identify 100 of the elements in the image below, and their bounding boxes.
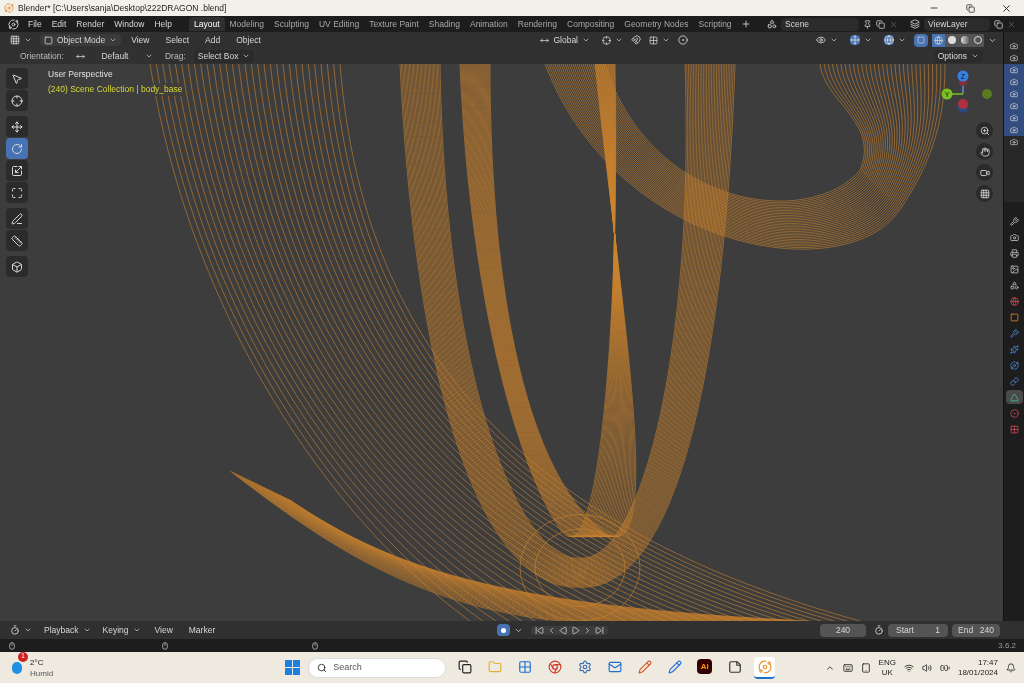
clock[interactable]: 17:47 18/01/2024 [957, 657, 998, 678]
workspace-tab[interactable]: Texture Paint [364, 17, 424, 31]
move-tool-button[interactable] [6, 116, 28, 137]
outliner-row[interactable] [1004, 64, 1024, 76]
proportional-edit-icon[interactable] [678, 35, 688, 45]
menu-item[interactable]: Window [109, 17, 150, 31]
search-field[interactable]: Search [308, 657, 447, 678]
close-icon [1000, 2, 1012, 14]
windows-start-icon[interactable] [285, 660, 301, 675]
menu-item[interactable]: Add [199, 33, 227, 47]
axis-gizmo-drawing[interactable] [941, 70, 992, 113]
mode-dropdown[interactable]: Object Mode [40, 33, 122, 47]
stopwatch-icon[interactable] [874, 625, 884, 635]
menu-dropdown[interactable]: Keying [98, 623, 145, 637]
weather-icon[interactable] [12, 661, 22, 674]
workspace-tab[interactable]: Sculpting [269, 17, 314, 31]
pan-button[interactable] [976, 143, 993, 160]
shading-mode-button[interactable] [932, 33, 945, 47]
temperature: 2°C [30, 656, 45, 668]
volume-icon[interactable] [921, 662, 932, 673]
zoom-button[interactable] [976, 122, 993, 139]
workspace-tab[interactable]: Geometry Nodes [619, 17, 694, 31]
transform-tool-button[interactable] [6, 182, 28, 203]
duplicate-icon[interactable] [876, 19, 885, 29]
chevron-down-icon [662, 36, 670, 44]
scale-icon [11, 164, 23, 177]
drag-dropdown[interactable]: Select Box [193, 49, 255, 63]
current-frame-field[interactable]: 240 [820, 623, 866, 637]
wrench-icon [1009, 216, 1019, 226]
shading-mode-button[interactable] [971, 33, 984, 47]
camera-view-button[interactable] [976, 164, 993, 181]
menu-item[interactable]: Marker [182, 623, 222, 637]
pin-icon[interactable] [863, 19, 872, 29]
menu-item[interactable]: Select [159, 33, 196, 47]
jump-end-icon[interactable] [595, 625, 605, 635]
wire-sphere-icon [934, 35, 943, 45]
measure-tool-button[interactable] [6, 230, 28, 251]
transform-orientation-dropdown[interactable]: Global [536, 33, 594, 47]
workspace-tab[interactable]: Compositing [562, 17, 620, 31]
square-icon [44, 35, 53, 45]
blender-menu-icon[interactable] [8, 18, 19, 30]
scene-icon[interactable] [767, 19, 777, 29]
menu-item[interactable]: Help [149, 17, 177, 31]
menu-item[interactable]: View [125, 33, 156, 47]
add-cube-tool-button[interactable] [6, 256, 28, 277]
workspace-tab[interactable]: Modeling [224, 17, 269, 31]
chevron-down-icon [144, 52, 153, 60]
xray-toggle[interactable] [914, 33, 928, 47]
clock-icon [10, 625, 20, 635]
menu-item[interactable]: View [148, 623, 179, 637]
outliner-row[interactable] [1004, 124, 1024, 136]
projection-button[interactable] [976, 185, 993, 202]
shading-mode-button[interactable] [945, 33, 958, 47]
view-layer-icon[interactable] [910, 19, 920, 29]
language-indicator[interactable]: ENG UK [878, 657, 896, 678]
workspace-tab[interactable]: Shading [423, 17, 465, 31]
magnet-icon[interactable] [631, 35, 641, 45]
menu-item[interactable]: Object [230, 33, 267, 47]
battery-icon[interactable] [939, 662, 950, 673]
camera-icon [1010, 54, 1018, 62]
view-layer-field[interactable]: ViewLayer [924, 17, 990, 31]
jump-start-icon[interactable] [535, 625, 545, 635]
options-dropdown[interactable]: Options [933, 49, 983, 63]
shading-mode-button[interactable] [958, 33, 971, 47]
keyboard-icon[interactable] [842, 662, 853, 673]
scale-tool-button[interactable] [6, 160, 28, 181]
play-icon[interactable] [571, 625, 581, 635]
orientation-dropdown[interactable]: Default [71, 49, 157, 63]
add-workspace-icon[interactable] [740, 19, 751, 29]
camera-icon [1010, 126, 1018, 134]
grid-icon [979, 188, 990, 199]
menu-item[interactable]: File [23, 17, 47, 31]
data-tab[interactable] [1005, 390, 1023, 404]
rotate-tool-button[interactable] [6, 138, 28, 159]
notifications-icon[interactable] [1006, 662, 1016, 673]
menu-item[interactable]: Render [71, 17, 110, 31]
workspace-tab[interactable]: Animation [464, 17, 513, 31]
workspace-tab[interactable]: UV Editing [313, 17, 365, 31]
zoom-icon [979, 125, 990, 136]
end-frame-field[interactable]: End 240 [952, 623, 1000, 637]
chevron-down-icon [582, 36, 590, 44]
auto-keying-button[interactable] [497, 624, 511, 636]
search-icon [317, 662, 328, 673]
workspace-tab[interactable]: Rendering [512, 17, 562, 31]
menu-dropdown[interactable]: Playback [40, 623, 95, 637]
blender-icon[interactable] [754, 656, 776, 679]
scene-field[interactable]: Scene [781, 17, 859, 31]
tablet-icon[interactable] [860, 662, 871, 673]
menu-item[interactable]: Edit [46, 17, 72, 31]
remove-icon [889, 19, 898, 29]
wifi-icon[interactable] [903, 662, 914, 673]
workspace-tab[interactable]: Scripting [693, 17, 737, 31]
cursor-tool-button[interactable] [6, 90, 28, 111]
annotate-tool-button[interactable] [6, 208, 28, 229]
select-tool-button[interactable] [6, 68, 28, 89]
chevron-down-icon [82, 626, 91, 634]
play-reverse-icon[interactable] [559, 625, 569, 635]
duplicate-icon[interactable] [994, 19, 1003, 29]
workspace-tab[interactable]: Layout [188, 17, 225, 31]
start-frame-field[interactable]: Start 1 [888, 623, 948, 637]
